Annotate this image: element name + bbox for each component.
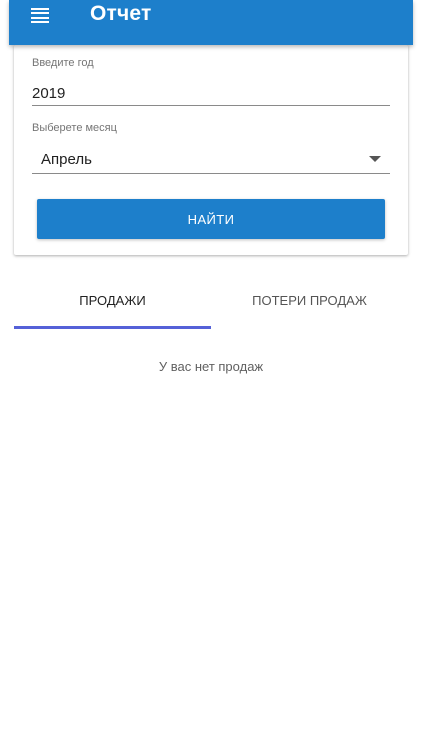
page-title: Отчет (90, 2, 152, 25)
year-field-label: Введите год (32, 57, 94, 69)
tab-sales[interactable]: ПРОДАЖИ (14, 270, 211, 330)
tab-lost-sales[interactable]: ПОТЕРИ ПРОДАЖ (211, 270, 408, 330)
year-input[interactable] (32, 81, 390, 105)
report-tabs: ПРОДАЖИ ПОТЕРИ ПРОДАЖ (14, 270, 408, 330)
app-bar: Отчет (9, 0, 413, 45)
empty-state-message: У вас нет продаж (158, 359, 264, 374)
month-field-label: Выберете месяц (32, 122, 117, 134)
menu-icon[interactable] (31, 8, 49, 23)
month-field-underline (32, 173, 390, 174)
report-filter-card: Введите год Выберете месяц Апрель НАЙТИ (14, 45, 408, 255)
month-select[interactable]: Апрель (32, 145, 390, 173)
dropdown-arrow-icon (369, 156, 381, 162)
year-field-underline (32, 105, 390, 106)
find-button[interactable]: НАЙТИ (37, 199, 385, 239)
month-selected-value: Апрель (41, 151, 92, 168)
active-tab-indicator (14, 326, 211, 329)
